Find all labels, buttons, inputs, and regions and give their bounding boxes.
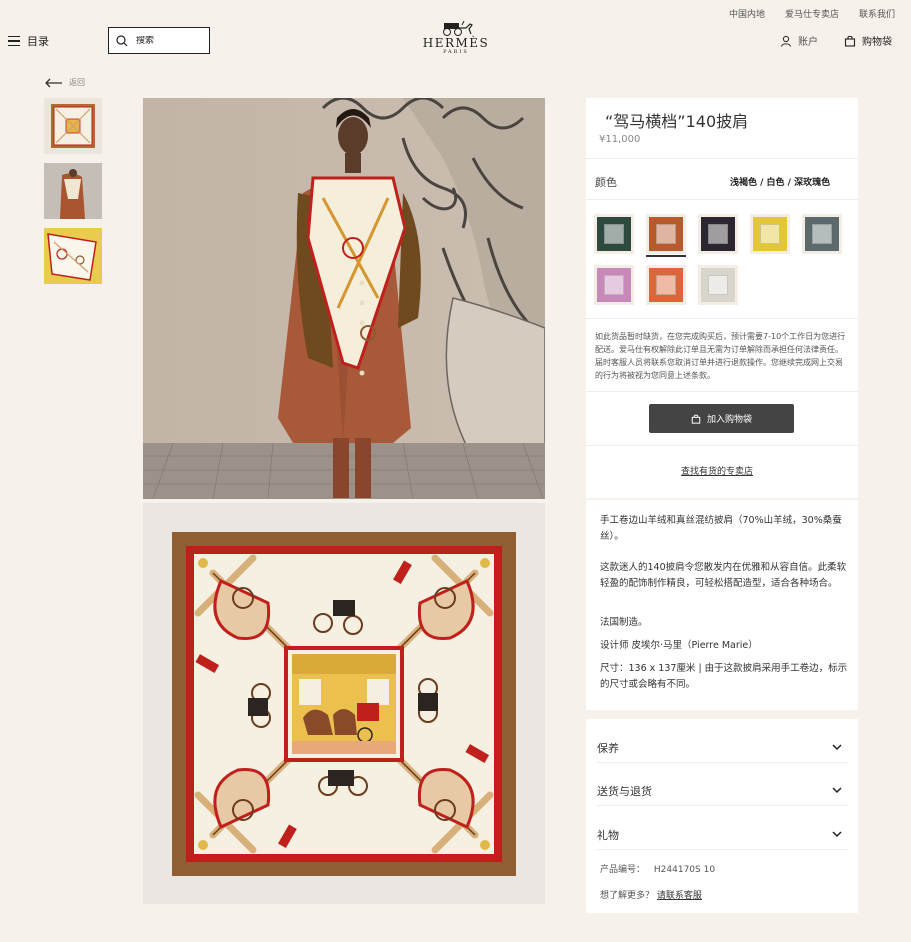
back-link[interactable]: 返回 bbox=[45, 77, 85, 88]
description-size: 尺寸：136 x 137厘米 | 由于这款披肩采用手工卷边，标示的尺寸或会略有不… bbox=[600, 663, 848, 690]
divider bbox=[586, 199, 858, 200]
arrow-left-icon bbox=[45, 78, 62, 87]
stock-notice: 如此货品暂时缺货，在您完成购买后，预计需要7-10个工作日为您进行配送。爱马仕有… bbox=[595, 332, 846, 380]
bag-icon bbox=[691, 414, 701, 424]
details-accordion-panel bbox=[586, 719, 858, 913]
shopping-bag-button[interactable]: 购物袋 bbox=[844, 33, 892, 48]
description-material: 手工卷边山羊绒和真丝混纺披肩（70%山羊绒，30%桑蚕丝）。 bbox=[600, 515, 842, 542]
accordion-care[interactable]: 保养 bbox=[597, 740, 619, 756]
bag-label: 购物袋 bbox=[862, 37, 892, 48]
contact-link[interactable]: 联系我们 bbox=[859, 7, 895, 20]
selected-swatch-indicator bbox=[646, 255, 686, 257]
sku-value: H244170S 10 bbox=[653, 865, 716, 875]
color-label: 颜色 bbox=[595, 176, 617, 189]
sku-label: 产品编号： bbox=[600, 865, 646, 875]
account-button[interactable]: 账户 bbox=[780, 33, 818, 48]
chevron-down-icon[interactable] bbox=[832, 786, 842, 794]
color-swatch-orange[interactable] bbox=[646, 265, 686, 305]
accordion-gift[interactable]: 礼物 bbox=[597, 827, 619, 843]
search-icon bbox=[116, 34, 128, 46]
color-swatch-grey[interactable] bbox=[802, 214, 842, 254]
color-swatch-taupe[interactable] bbox=[646, 214, 686, 254]
color-value: 浅褐色 / 白色 / 深玫瑰色 bbox=[730, 178, 831, 188]
menu-button[interactable]: 目录 bbox=[8, 33, 49, 49]
bag-icon bbox=[844, 35, 856, 47]
stores-link[interactable]: 爱马仕专卖店 bbox=[785, 7, 839, 20]
chevron-down-icon[interactable] bbox=[832, 743, 842, 751]
product-photo-model bbox=[143, 98, 545, 499]
color-swatch-pink[interactable] bbox=[594, 265, 634, 305]
contact-service-link[interactable]: 请联系客服 bbox=[657, 891, 702, 901]
search-input[interactable] bbox=[136, 35, 196, 46]
divider bbox=[586, 391, 858, 392]
help-question: 想了解更多？ bbox=[600, 891, 655, 901]
description-designer: 设计师 皮埃尔·马里（Pierre Marie） bbox=[600, 640, 758, 651]
color-swatch-navy[interactable] bbox=[698, 214, 738, 254]
divider bbox=[596, 849, 848, 850]
menu-label: 目录 bbox=[27, 35, 49, 48]
divider bbox=[596, 805, 848, 806]
color-swatch-yellow[interactable] bbox=[750, 214, 790, 254]
divider bbox=[586, 318, 858, 319]
product-price: ¥11,000 bbox=[599, 134, 641, 145]
region-link[interactable]: 中国内地 bbox=[729, 7, 765, 20]
user-icon bbox=[780, 35, 792, 47]
accordion-delivery-returns[interactable]: 送货与退货 bbox=[597, 783, 652, 799]
hamburger-icon bbox=[8, 36, 20, 46]
search-box[interactable] bbox=[108, 27, 210, 54]
utility-links: 中国内地 爱马仕专卖店 联系我们 bbox=[729, 7, 895, 20]
product-title: “驾马横档”140披肩 bbox=[605, 112, 749, 131]
description-origin: 法国制造。 bbox=[600, 617, 648, 628]
thumbnail-scarf[interactable] bbox=[44, 98, 102, 154]
account-label: 账户 bbox=[798, 37, 818, 48]
product-reference: 产品编号： H244170S 10 bbox=[600, 862, 715, 875]
find-store-link[interactable]: 查找有货的专卖店 bbox=[681, 464, 753, 477]
product-photo-scarf bbox=[143, 503, 545, 904]
add-to-bag-button[interactable]: 加入购物袋 bbox=[649, 404, 794, 433]
thumbnail-scarf-detail[interactable] bbox=[44, 228, 102, 284]
description-text: 这款迷人的140披肩令您散发内在优雅和从容自信。此柔软轻盈的配饰制作精良，可轻松… bbox=[600, 562, 847, 589]
add-to-bag-label: 加入购物袋 bbox=[706, 415, 752, 425]
chevron-down-icon[interactable] bbox=[832, 830, 842, 838]
divider bbox=[586, 445, 858, 446]
back-label: 返回 bbox=[69, 78, 85, 87]
help-line: 想了解更多？ 请联系客服 bbox=[600, 888, 702, 901]
thumbnail-model-back[interactable] bbox=[44, 163, 102, 219]
color-swatch-green[interactable] bbox=[594, 214, 634, 254]
color-swatch-ivory[interactable] bbox=[698, 265, 738, 305]
divider bbox=[596, 762, 848, 763]
carriage-logo-icon bbox=[443, 20, 473, 36]
brand-logo[interactable]: HERMÈS PARIS bbox=[418, 20, 494, 55]
brand-name: HERMÈS bbox=[422, 36, 490, 50]
divider bbox=[586, 158, 858, 159]
